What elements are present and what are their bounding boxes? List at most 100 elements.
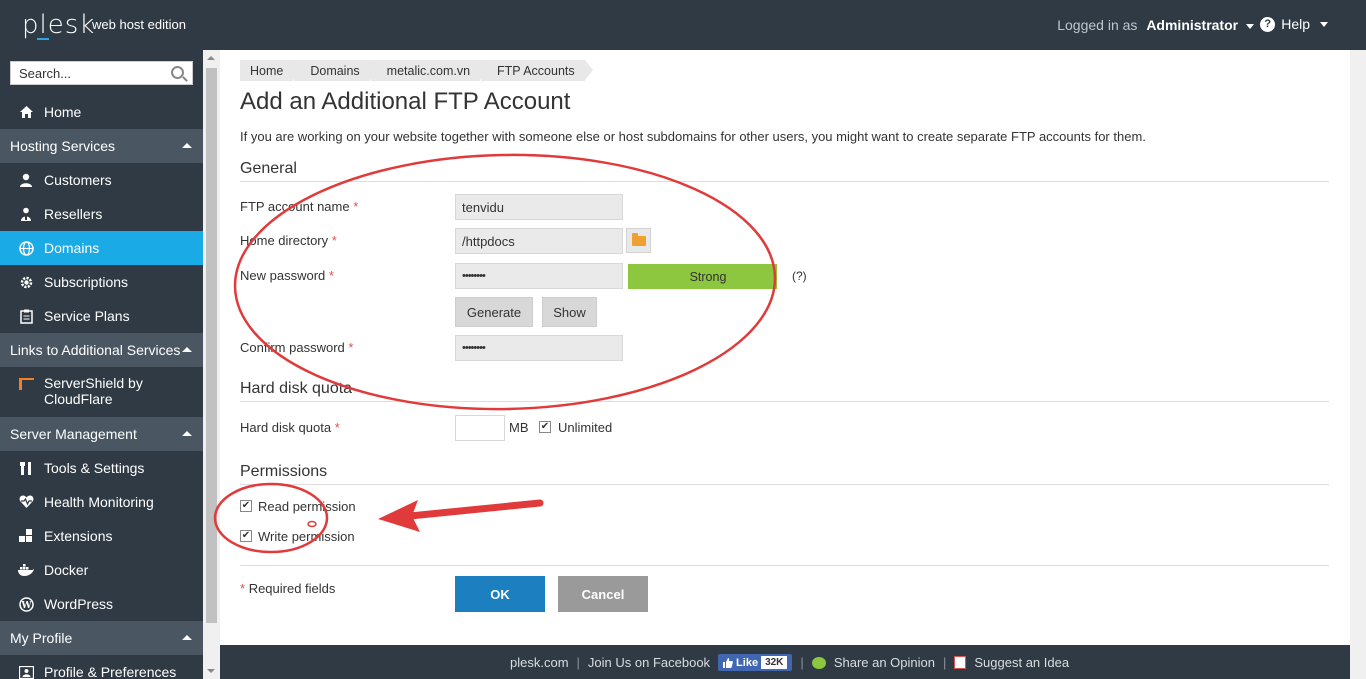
page-title: Add an Additional FTP Account bbox=[240, 88, 571, 115]
chevron-down-icon bbox=[1320, 21, 1328, 27]
logged-in-info[interactable]: Logged in as Administrator bbox=[1057, 17, 1254, 33]
section-divider bbox=[240, 484, 1329, 485]
sidebar-item-customers[interactable]: Customers bbox=[0, 163, 203, 197]
search-icon[interactable] bbox=[171, 66, 184, 79]
help-label: Help bbox=[1281, 16, 1310, 32]
sidebar-item-label: Domains bbox=[44, 240, 100, 256]
facebook-link[interactable]: Join Us on Facebook bbox=[588, 655, 710, 670]
label-text: Required fields bbox=[248, 581, 336, 596]
required-marker: * bbox=[331, 233, 337, 248]
home-icon bbox=[18, 104, 34, 120]
hard-disk-quota-field[interactable] bbox=[455, 415, 505, 441]
confirm-password-label: Confirm password * bbox=[240, 340, 353, 355]
sidebar-item-wordpress[interactable]: W WordPress bbox=[0, 587, 203, 621]
required-fields-note: * Required fields bbox=[240, 581, 335, 596]
breadcrumb-domain[interactable]: metalic.com.vn bbox=[370, 60, 489, 81]
label-text: Home directory bbox=[240, 233, 329, 248]
sidebar-item-label: Extensions bbox=[44, 528, 113, 544]
scroll-up-icon[interactable] bbox=[207, 56, 215, 60]
section-permissions-title: Permissions bbox=[240, 463, 328, 480]
read-permission-checkbox[interactable]: ✔ bbox=[240, 500, 252, 512]
sidebar-item-label: CloudFlare bbox=[44, 391, 113, 407]
sidebar-item-label: ServerShield by bbox=[44, 375, 143, 391]
user-menu[interactable]: Administrator bbox=[1146, 17, 1238, 33]
sidebar-item-tools-settings[interactable]: Tools & Settings bbox=[0, 451, 203, 485]
sidebar-item-home[interactable]: Home bbox=[0, 95, 203, 129]
breadcrumb-domains[interactable]: Domains bbox=[294, 60, 379, 81]
plesk-com-link[interactable]: plesk.com bbox=[510, 655, 569, 670]
sidebar-item-profile-preferences[interactable]: Profile & Preferences bbox=[0, 655, 203, 679]
sidebar-item-label: Profile & Preferences bbox=[44, 664, 177, 679]
label-text: New password bbox=[240, 268, 326, 283]
cancel-button[interactable]: Cancel bbox=[558, 576, 648, 612]
sidebar-item-docker[interactable]: Docker bbox=[0, 553, 203, 587]
breadcrumb-ftp-accounts[interactable]: FTP Accounts bbox=[481, 60, 593, 81]
sidebar: Home Hosting Services Customers Reseller… bbox=[0, 50, 203, 679]
help-menu[interactable]: ? Help bbox=[1260, 16, 1328, 32]
section-divider bbox=[240, 401, 1329, 402]
section-hosting-services[interactable]: Hosting Services bbox=[0, 129, 203, 163]
heart-pulse-icon bbox=[18, 494, 34, 510]
reseller-icon bbox=[18, 206, 34, 222]
section-divider bbox=[240, 565, 1329, 566]
globe-icon bbox=[18, 240, 34, 256]
ok-button[interactable]: OK bbox=[455, 576, 545, 612]
write-permission-checkbox[interactable]: ✔ bbox=[240, 530, 252, 542]
show-password-button[interactable]: Show bbox=[542, 297, 597, 327]
breadcrumb-home[interactable]: Home bbox=[240, 60, 302, 81]
sidebar-scrollbar[interactable] bbox=[203, 50, 220, 679]
write-permission-label: Write permission bbox=[258, 529, 355, 544]
share-opinion-link[interactable]: Share an Opinion bbox=[834, 655, 935, 670]
browse-folder-button[interactable] bbox=[626, 228, 651, 253]
ftp-account-name-label: FTP account name * bbox=[240, 199, 358, 214]
svg-text:W: W bbox=[20, 601, 32, 611]
section-quota-title: Hard disk quota bbox=[240, 380, 353, 397]
section-links-additional-services[interactable]: Links to Additional Services bbox=[0, 333, 203, 367]
sidebar-item-subscriptions[interactable]: Subscriptions bbox=[0, 265, 203, 299]
user-icon bbox=[18, 172, 34, 188]
main-content: Home Domains metalic.com.vn FTP Accounts… bbox=[220, 50, 1350, 645]
new-password-label: New password * bbox=[240, 268, 334, 283]
page-scroll-gutter[interactable] bbox=[1350, 50, 1366, 679]
unlimited-checkbox[interactable]: ✔ bbox=[539, 421, 551, 433]
required-marker: * bbox=[348, 340, 354, 355]
footer-separator: | bbox=[576, 655, 580, 670]
section-label: My Profile bbox=[10, 630, 73, 646]
label-text: Hard disk quota bbox=[240, 420, 332, 435]
tools-icon bbox=[18, 460, 34, 476]
sidebar-item-servershield[interactable]: ServerShield by CloudFlare bbox=[0, 371, 203, 411]
plesk-logo[interactable]: plesk bbox=[22, 10, 95, 40]
logged-in-label: Logged in as bbox=[1057, 17, 1138, 33]
sidebar-item-service-plans[interactable]: Service Plans bbox=[0, 299, 203, 333]
facebook-like-button[interactable]: Like 32K bbox=[718, 654, 793, 671]
search-input[interactable] bbox=[11, 62, 161, 84]
home-directory-field[interactable]: /httpdocs bbox=[455, 228, 623, 254]
new-password-field[interactable]: •••••••• bbox=[455, 263, 623, 289]
idea-note-icon bbox=[954, 656, 967, 669]
docker-icon bbox=[18, 562, 34, 578]
scroll-thumb[interactable] bbox=[206, 68, 217, 623]
sidebar-item-domains[interactable]: Domains bbox=[0, 231, 203, 265]
generate-button[interactable]: Generate bbox=[455, 297, 533, 327]
sidebar-item-extensions[interactable]: Extensions bbox=[0, 519, 203, 553]
footer-separator: | bbox=[943, 655, 947, 670]
password-help-link[interactable]: (?) bbox=[792, 269, 807, 283]
folder-icon bbox=[631, 232, 646, 246]
ftp-account-name-field[interactable]: tenvidu bbox=[455, 194, 623, 220]
required-marker: * bbox=[240, 581, 246, 596]
logo-accent bbox=[37, 38, 49, 40]
section-server-management[interactable]: Server Management bbox=[0, 417, 203, 451]
sidebar-item-label: Customers bbox=[44, 172, 112, 188]
wordpress-icon: W bbox=[18, 596, 34, 612]
section-my-profile[interactable]: My Profile bbox=[0, 621, 203, 655]
footer-separator: | bbox=[800, 655, 804, 670]
sidebar-item-label: Tools & Settings bbox=[44, 460, 145, 476]
scroll-down-icon[interactable] bbox=[207, 669, 215, 673]
required-marker: * bbox=[353, 199, 359, 214]
sidebar-item-health-monitoring[interactable]: Health Monitoring bbox=[0, 485, 203, 519]
suggest-idea-link[interactable]: Suggest an Idea bbox=[974, 655, 1069, 670]
like-count: 32K bbox=[761, 656, 788, 669]
sidebar-item-resellers[interactable]: Resellers bbox=[0, 197, 203, 231]
collapse-icon bbox=[182, 431, 192, 436]
confirm-password-field[interactable]: •••••••• bbox=[455, 335, 623, 361]
